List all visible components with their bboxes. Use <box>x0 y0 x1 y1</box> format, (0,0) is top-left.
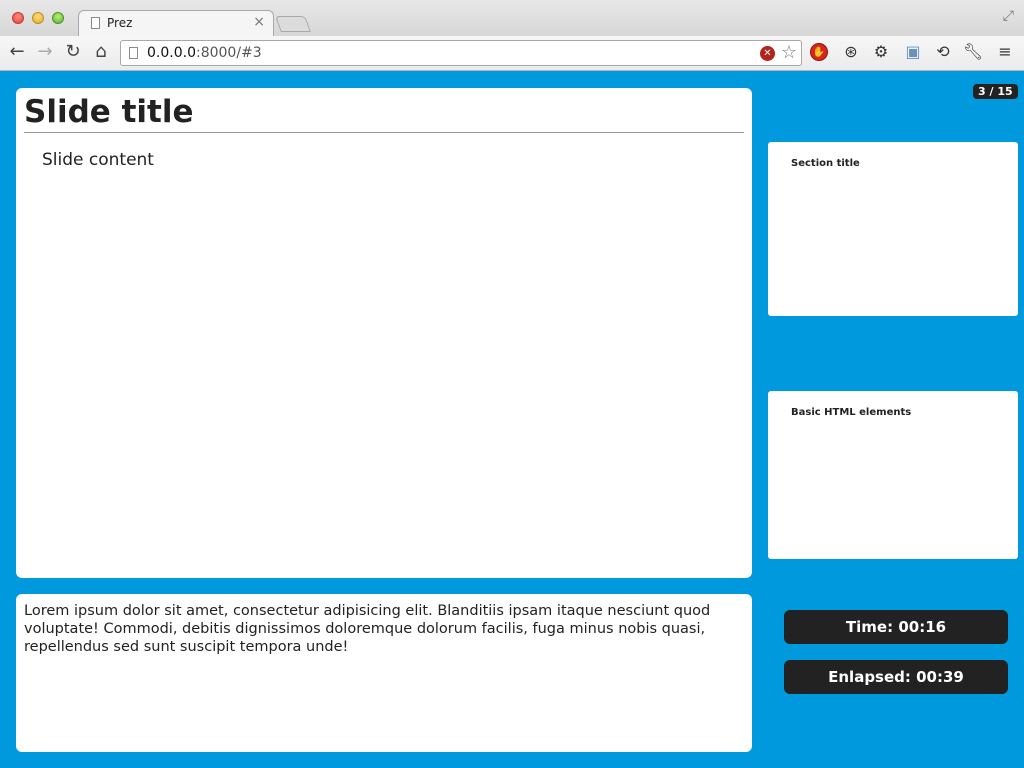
slide-title: Slide title <box>24 94 194 130</box>
window-extension-icon[interactable]: ▣ <box>902 41 924 63</box>
browser-titlebar: Prez × ⤢ <box>0 0 1024 37</box>
document-icon <box>91 17 100 29</box>
page-icon <box>129 47 138 59</box>
minimize-window-button[interactable] <box>32 12 44 24</box>
preview-label: Section title <box>791 158 860 169</box>
elapsed-timer: Enlapsed: 00:39 <box>784 660 1008 694</box>
star-icon[interactable]: ☆ <box>781 42 797 64</box>
blocked-icon[interactable]: ✕ <box>760 46 775 61</box>
slide-counter: 3 / 15 <box>973 84 1018 99</box>
wrench-icon[interactable]: 🔧︎ <box>962 41 984 63</box>
preview-label: Basic HTML elements <box>791 407 912 418</box>
speaker-notes-text: Lorem ipsum dolor sit amet, consectetur … <box>24 603 711 655</box>
zoom-window-button[interactable] <box>52 12 64 24</box>
sync-icon[interactable]: ⟲ <box>932 41 954 63</box>
browser-toolbar: ← → ↻ ⌂ 0.0.0.0:8000/#3 ✕ ☆ ✋ ⊛ ⚙ ▣ ⟲ 🔧︎… <box>0 36 1024 71</box>
close-tab-icon[interactable]: × <box>253 14 265 30</box>
back-arrow-icon[interactable]: ← <box>5 40 29 64</box>
gear-icon[interactable]: ⚙ <box>870 41 892 63</box>
speaker-notes: Lorem ipsum dolor sit amet, consectetur … <box>16 594 752 752</box>
hamburger-menu-icon[interactable]: ≡ <box>994 41 1016 63</box>
url-rest: :8000/#3 <box>195 45 262 61</box>
home-icon[interactable]: ⌂ <box>89 40 113 64</box>
clock-timer: Time: 00:16 <box>784 610 1008 644</box>
slide-content: Slide content <box>42 150 154 170</box>
url-host: 0.0.0.0 <box>147 45 196 61</box>
tab-title: Prez <box>107 16 133 30</box>
stop-extension-icon[interactable]: ✋ <box>810 43 828 61</box>
next-slide-preview[interactable]: Section title <box>768 142 1018 316</box>
address-url[interactable]: 0.0.0.0:8000/#3 <box>147 45 262 61</box>
fullscreen-icon[interactable]: ⤢ <box>1003 8 1014 24</box>
browser-tab[interactable]: Prez × <box>78 10 274 37</box>
slide-title-divider <box>24 132 744 133</box>
current-slide: Slide title Slide content <box>16 88 752 578</box>
forward-arrow-icon[interactable]: → <box>33 40 57 64</box>
following-slide-preview[interactable]: Basic HTML elements <box>768 391 1018 559</box>
reload-icon[interactable]: ↻ <box>61 40 85 64</box>
address-bar[interactable]: 0.0.0.0:8000/#3 ✕ ☆ <box>120 40 802 66</box>
new-tab-button[interactable] <box>275 16 311 32</box>
close-window-button[interactable] <box>12 12 24 24</box>
settings-circle-icon[interactable]: ⊛ <box>840 41 862 63</box>
